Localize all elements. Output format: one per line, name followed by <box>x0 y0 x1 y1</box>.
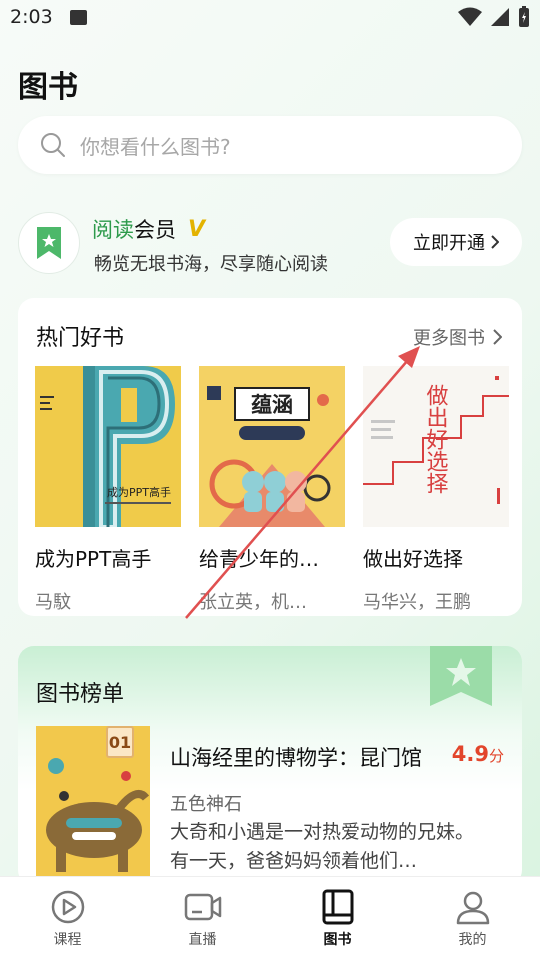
search-icon <box>41 133 65 157</box>
book-title: 给青少年的… <box>199 547 319 571</box>
status-bar: 2:03 <box>0 0 540 36</box>
nav-label: 课程 <box>53 932 82 948</box>
rank-number-badge: 01 <box>106 726 134 758</box>
member-subtitle: 畅览无垠书海，尽享随心阅读 <box>94 254 328 275</box>
nav-label: 我的 <box>458 932 487 948</box>
wifi-icon <box>458 7 482 26</box>
ranking-book-title[interactable]: 山海经里的博物学：昆门馆 <box>170 742 422 772</box>
book-cover-title: 做出好选择 <box>423 384 449 494</box>
member-title: 阅读 会员 V <box>92 214 205 244</box>
bookmark-star-icon <box>37 227 61 259</box>
score-value: 4.9 <box>451 742 489 766</box>
ranking-book-description: 大奇和小遇是一对热爱动物的兄妹。有一天，爸爸妈妈领着他们… <box>170 821 475 872</box>
signal-icon <box>491 8 509 26</box>
book-cover: 蕴涵 <box>199 366 345 527</box>
member-logo <box>18 212 80 274</box>
more-books-link[interactable]: 更多图书 <box>413 324 502 350</box>
open-membership-button[interactable]: 立即开通 <box>390 218 522 266</box>
nav-item-books[interactable]: 图书 <box>270 877 405 960</box>
book-item[interactable]: 蕴涵 给青少年的… 张立英，机… <box>199 366 347 614</box>
hot-books-card: 热门好书 更多图书 成为PPT高手 成为PPT高手 马馼 蕴涵 给青少年的… 张… <box>18 298 522 616</box>
gallery-notification-icon <box>70 10 87 25</box>
book-title: 做出好选择 <box>363 547 463 571</box>
book-author: 马华兴，王鹏 <box>363 592 471 613</box>
battery-icon <box>519 6 529 27</box>
ranking-book-score: 4.9分 <box>452 742 504 766</box>
nav-item-live[interactable]: 直播 <box>135 877 270 960</box>
membership-banner: 阅读 会员 V 畅览无垠书海，尽享随心阅读 立即开通 <box>18 210 522 280</box>
member-title-text: 会员 <box>134 218 176 242</box>
hot-books-title: 热门好书 <box>36 326 125 351</box>
score-unit: 分 <box>488 747 504 765</box>
book-cover-title: 成为PPT高手 <box>107 485 171 499</box>
play-circle-icon <box>51 890 84 924</box>
vip-badge: V <box>188 216 206 242</box>
book-ranking-card: 图书榜单 01 山海经里的博物学：昆门馆 4.9分 五色神石 大奇和小遇是一对热… <box>18 646 522 886</box>
book-cover-title: 蕴涵 <box>251 393 293 417</box>
search-input[interactable]: 你想看什么图书? <box>18 116 522 174</box>
ranking-flag-icon <box>430 646 492 706</box>
chevron-right-icon <box>493 329 502 345</box>
open-membership-label: 立即开通 <box>413 233 485 254</box>
status-icons <box>458 6 530 28</box>
book-cover: 成为PPT高手 <box>35 366 181 527</box>
status-time: 2:03 <box>10 6 53 28</box>
page-title: 图书 <box>18 70 78 105</box>
more-books-label: 更多图书 <box>413 328 485 349</box>
person-icon <box>456 891 489 925</box>
book-author: 张立英，机… <box>199 592 307 613</box>
search-placeholder: 你想看什么图书? <box>80 134 231 159</box>
book-cover: 做出好选择 <box>363 366 509 527</box>
bottom-navigation: 课程 直播 图书 我的 <box>0 876 540 960</box>
book-title: 成为PPT高手 <box>35 547 152 571</box>
member-title-highlight: 阅读 <box>92 218 134 242</box>
book-author: 马馼 <box>35 592 71 613</box>
book-icon <box>322 889 353 925</box>
ranking-title: 图书榜单 <box>36 682 125 707</box>
nav-item-profile[interactable]: 我的 <box>405 877 540 960</box>
book-item[interactable]: 做出好选择 做出好选择 马华兴，王鹏 <box>363 366 511 614</box>
nav-label: 图书 <box>323 932 352 948</box>
ranking-book-author: 五色神石 <box>170 794 242 815</box>
nav-item-courses[interactable]: 课程 <box>0 877 135 960</box>
chevron-right-icon <box>491 235 499 249</box>
book-item[interactable]: 成为PPT高手 成为PPT高手 马馼 <box>35 366 183 614</box>
video-icon <box>184 893 221 921</box>
nav-label: 直播 <box>188 932 217 948</box>
